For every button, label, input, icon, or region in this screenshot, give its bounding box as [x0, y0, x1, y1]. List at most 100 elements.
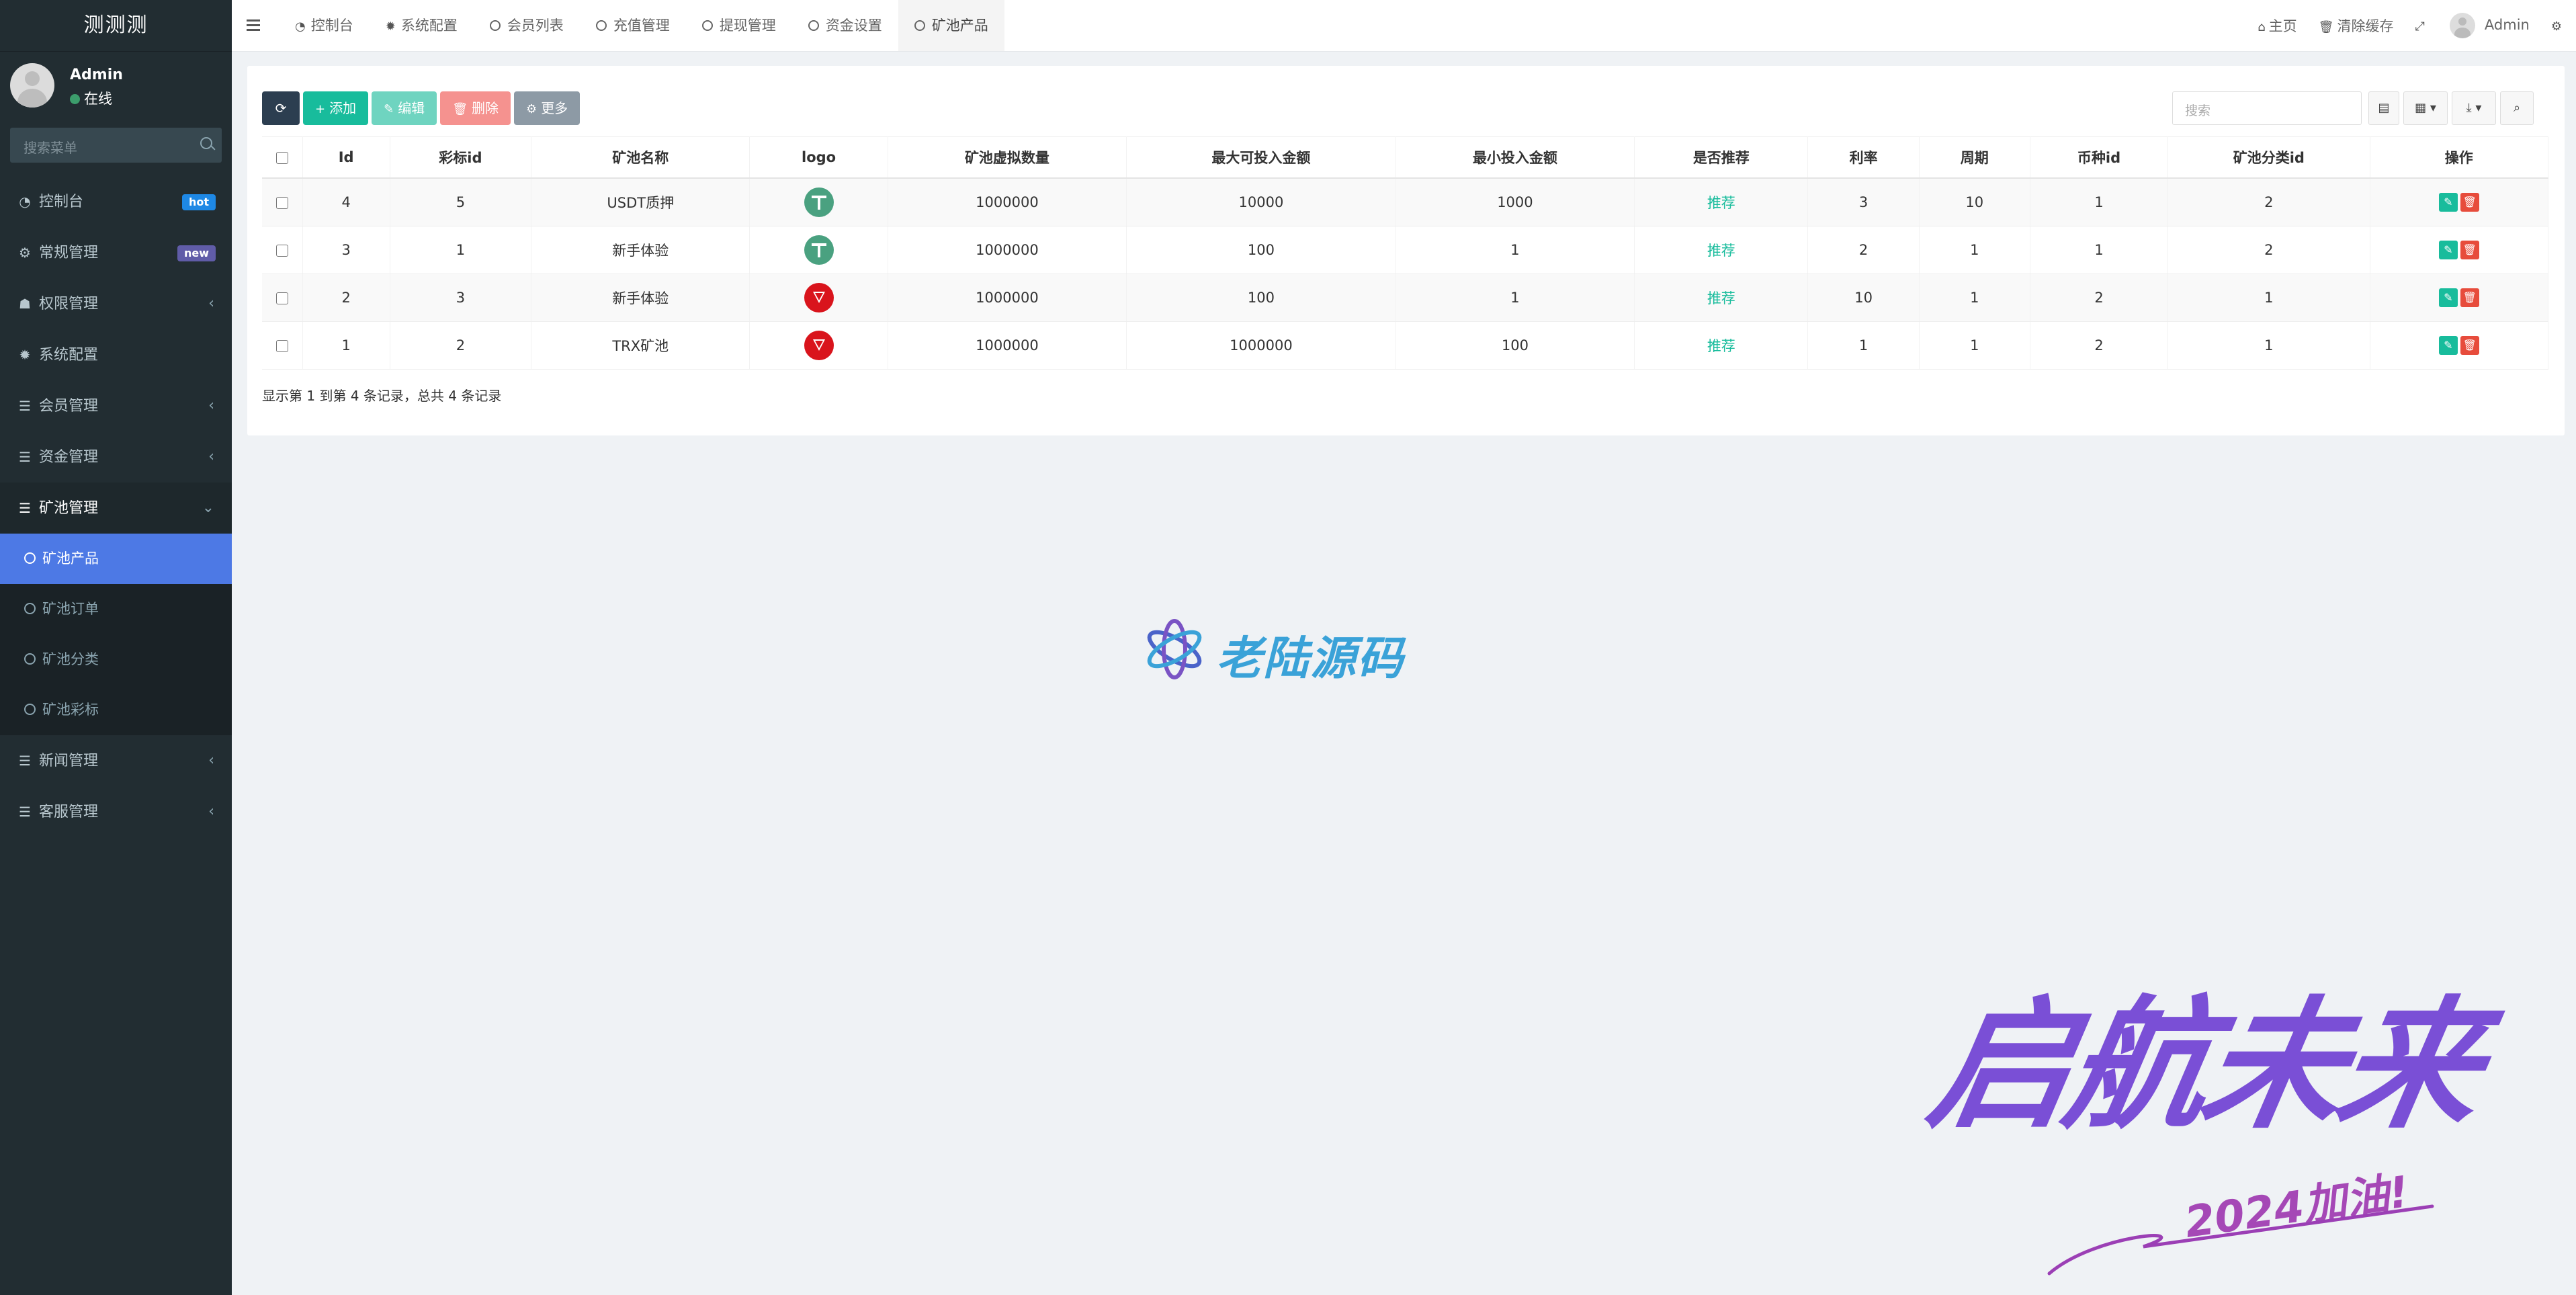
user-panel: Admin 在线 [0, 52, 232, 126]
row-delete-button[interactable]: 🗑 [2460, 336, 2479, 355]
tab-pool-products[interactable]: 矿池产品 [898, 0, 1004, 51]
sidebar-item-permissions[interactable]: ☗ 权限管理 ‹ [0, 278, 232, 329]
sidebar-item-funds[interactable]: ☰ 资金管理 ‹ [0, 431, 232, 483]
usdt-logo-icon[interactable] [804, 187, 834, 217]
row-edit-button[interactable]: ✎ [2438, 288, 2458, 307]
sidebar-item-label: 资金管理 [39, 449, 99, 466]
user-name: Admin [70, 67, 123, 83]
trx-logo-icon[interactable] [804, 331, 834, 360]
row-edit-button[interactable]: ✎ [2438, 193, 2458, 212]
app-title[interactable]: 测测测 [0, 0, 232, 52]
search-icon[interactable] [200, 137, 212, 149]
avatar [10, 63, 54, 108]
sidebar-item-general[interactable]: ⚙ 常规管理 new [0, 227, 232, 278]
column-header[interactable]: 周期 [1919, 136, 2030, 179]
cell-id: 4 [302, 178, 390, 226]
sidebar-subitem-label: 矿池产品 [42, 550, 99, 567]
sidebar-item-system-config[interactable]: ✹ 系统配置 [0, 329, 232, 380]
fullscreen-button[interactable]: ⤢ [2405, 17, 2439, 34]
tab-recharge[interactable]: 充值管理 [580, 0, 686, 51]
cell-max-invest: 100 [1126, 226, 1396, 274]
table-row[interactable]: 2 3 新手体验 1000000 100 1 推荐 10 1 2 1 ✎ 🗑 [262, 274, 2549, 322]
table-row[interactable]: 3 1 新手体验 1000000 100 1 推荐 2 1 1 2 ✎ 🗑 [262, 226, 2549, 274]
cell-actions: ✎ 🗑 [2370, 178, 2549, 226]
refresh-button[interactable]: ⟳ [262, 91, 300, 125]
trx-logo-icon[interactable] [804, 283, 834, 312]
circle-icon [24, 704, 36, 715]
clear-cache-button[interactable]: 🗑 清除缓存 [2308, 15, 2405, 36]
export-dropdown-button[interactable]: ⤓ ▾ [2452, 91, 2496, 125]
column-header[interactable]: 是否推荐 [1634, 136, 1809, 179]
recommend-link[interactable]: 推荐 [1707, 195, 1735, 211]
tab-member-list[interactable]: 会员列表 [474, 0, 580, 51]
sidebar-item-members[interactable]: ☰ 会员管理 ‹ [0, 380, 232, 431]
row-delete-button[interactable]: 🗑 [2460, 193, 2479, 212]
recommend-link[interactable]: 推荐 [1707, 243, 1735, 259]
tab-label: 矿池产品 [931, 17, 988, 34]
cell-category-id: 2 [2167, 178, 2370, 226]
table-row[interactable]: 1 2 TRX矿池 1000000 1000000 100 推荐 1 1 2 1… [262, 321, 2549, 370]
column-header[interactable]: 最小投入金额 [1396, 136, 1635, 179]
row-edit-button[interactable]: ✎ [2438, 241, 2458, 259]
add-button[interactable]: + 添加 [303, 91, 369, 125]
edit-button[interactable]: ✎ 编辑 [372, 91, 437, 125]
menu-toggle-icon[interactable] [247, 19, 260, 34]
sidebar-search-placeholder: 搜索菜单 [24, 140, 77, 156]
row-checkbox[interactable] [275, 245, 288, 257]
row-checkbox[interactable] [275, 340, 288, 352]
search-toggle-button[interactable]: ⌕ [2500, 91, 2534, 125]
delete-button[interactable]: 🗑 删除 [440, 91, 511, 125]
row-delete-button[interactable]: 🗑 [2460, 241, 2479, 259]
user-menu[interactable]: Admin [2439, 13, 2540, 38]
sidebar-item-label: 矿池管理 [39, 500, 99, 517]
column-header[interactable]: 币种id [2030, 136, 2169, 179]
page-tabs: ◔ 控制台 ✹ 系统配置 会员列表 充值管理 提现管理 资金设置 矿池产品 [279, 0, 1004, 51]
column-header[interactable]: Id [302, 136, 390, 179]
sidebar-subitem-pool-orders[interactable]: 矿池订单 [0, 584, 232, 634]
home-link[interactable]: ⌂ 主页 [2247, 15, 2307, 36]
column-header[interactable]: 矿池分类id [2167, 136, 2370, 179]
column-header[interactable]: 利率 [1807, 136, 1920, 179]
clear-cache-label: 清除缓存 [2337, 18, 2394, 34]
list-icon: ☰ [19, 398, 31, 414]
settings-button[interactable]: ⚙ [2540, 17, 2576, 34]
sidebar-item-dashboard[interactable]: ◔ 控制台 hot [0, 176, 232, 227]
cell-id: 2 [302, 274, 390, 322]
dashboard-icon: ◔ [19, 194, 31, 210]
row-delete-button[interactable]: 🗑 [2460, 288, 2479, 307]
more-button[interactable]: ⚙ 更多 [514, 91, 581, 125]
sidebar-item-news[interactable]: ☰ 新闻管理 ‹ [0, 735, 232, 786]
sidebar-subitem-pool-products[interactable]: 矿池产品 [0, 534, 232, 584]
tab-dashboard[interactable]: ◔ 控制台 [279, 0, 370, 51]
circle-icon [701, 20, 713, 31]
column-header[interactable]: logo [749, 136, 888, 179]
columns-dropdown-button[interactable]: ▦ ▾ [2403, 91, 2448, 125]
tab-system-config[interactable]: ✹ 系统配置 [370, 0, 474, 51]
recommend-link[interactable]: 推荐 [1707, 290, 1735, 306]
table-row[interactable]: 4 5 USDT质押 1000000 10000 1000 推荐 3 10 1 … [262, 178, 2549, 226]
tab-fund-settings[interactable]: 资金设置 [792, 0, 898, 51]
watermark-slogan: 启航未来 2024加油! [1918, 951, 2567, 1287]
sidebar-subitem-pool-tags[interactable]: 矿池彩标 [0, 685, 232, 735]
tab-withdraw[interactable]: 提现管理 [686, 0, 792, 51]
sidebar-item-customer-service[interactable]: ☰ 客服管理 ‹ [0, 786, 232, 837]
cell-currency-id: 2 [2030, 321, 2169, 370]
column-header[interactable]: 最大可投入金额 [1126, 136, 1396, 179]
column-header[interactable]: 矿池名称 [531, 136, 750, 179]
cell-name: 新手体验 [531, 274, 750, 322]
column-header[interactable]: 矿池虚拟数量 [888, 136, 1127, 179]
table-search-input[interactable]: 搜索 [2172, 91, 2362, 125]
recommend-link[interactable]: 推荐 [1707, 338, 1735, 354]
column-header[interactable]: 彩标id [390, 136, 532, 179]
sidebar-item-mining-pool[interactable]: ☰ 矿池管理 ⌄ [0, 483, 232, 534]
row-checkbox[interactable] [275, 197, 288, 209]
cogs-icon: ⚙ [2550, 19, 2562, 34]
cell-logo [749, 274, 888, 322]
row-edit-button[interactable]: ✎ [2438, 336, 2458, 355]
toggle-view-button[interactable]: ▤ [2368, 91, 2399, 125]
row-checkbox[interactable] [275, 292, 288, 304]
usdt-logo-icon[interactable] [804, 235, 834, 265]
sidebar-search-input[interactable]: 搜索菜单 [10, 128, 222, 163]
select-all-checkbox[interactable] [275, 152, 288, 164]
sidebar-subitem-pool-categories[interactable]: 矿池分类 [0, 634, 232, 685]
